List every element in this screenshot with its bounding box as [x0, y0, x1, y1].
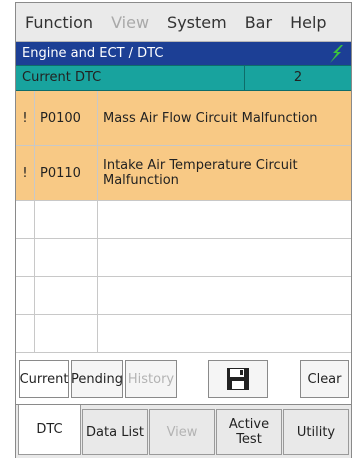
menu-bar-item[interactable]: Bar — [236, 13, 281, 32]
connection-status-icon — [330, 45, 343, 63]
warning-flag: ! — [22, 165, 28, 181]
dtc-header: Current DTC 2 — [16, 65, 351, 91]
screen-title: Engine and ECT / DTC — [22, 46, 164, 61]
empty-row — [16, 201, 351, 239]
dtc-button-bar: Current Pending History Clear — [16, 353, 351, 404]
tab-active-test[interactable]: Active Test — [216, 409, 282, 455]
warning-flag: ! — [22, 110, 28, 126]
menu-view[interactable]: View — [102, 13, 158, 32]
dtc-header-label: Current DTC — [22, 70, 102, 85]
tab-data-list[interactable]: Data List — [82, 409, 148, 455]
column-divider — [34, 91, 35, 353]
bottom-tab-bar: DTC Data List View Active Test Utility — [16, 404, 351, 458]
clear-button[interactable]: Clear — [300, 360, 349, 398]
dtc-description: Mass Air Flow Circuit Malfunction — [103, 110, 318, 126]
scan-tool-screen: Function View System Bar Help Engine and… — [15, 2, 352, 458]
dtc-code: P0110 — [40, 165, 81, 181]
menu-system[interactable]: System — [158, 13, 236, 32]
empty-row — [16, 315, 351, 353]
empty-row — [16, 277, 351, 315]
menu-function[interactable]: Function — [16, 13, 102, 32]
pending-button[interactable]: Pending — [71, 360, 123, 398]
dtc-description: Intake Air Temperature Circuit Malfuncti… — [103, 158, 298, 188]
tab-view[interactable]: View — [149, 409, 215, 455]
menu-bar: Function View System Bar Help — [16, 3, 351, 42]
floppy-disk-icon — [227, 368, 249, 390]
current-button[interactable]: Current — [19, 360, 69, 398]
empty-row — [16, 239, 351, 277]
dtc-code: P0100 — [40, 110, 81, 126]
table-row[interactable]: ! P0110 Intake Air Temperature Circuit M… — [16, 146, 351, 201]
menu-help[interactable]: Help — [281, 13, 335, 32]
column-divider — [97, 91, 98, 353]
screen-title-bar: Engine and ECT / DTC — [16, 42, 351, 65]
tab-utility[interactable]: Utility — [283, 409, 349, 455]
dtc-table: ! P0100 Mass Air Flow Circuit Malfunctio… — [16, 91, 351, 353]
tab-dtc[interactable]: DTC — [18, 405, 81, 455]
dtc-count: 2 — [293, 70, 303, 85]
table-row[interactable]: ! P0100 Mass Air Flow Circuit Malfunctio… — [16, 91, 351, 146]
history-button[interactable]: History — [125, 360, 177, 398]
save-button[interactable] — [208, 360, 268, 398]
